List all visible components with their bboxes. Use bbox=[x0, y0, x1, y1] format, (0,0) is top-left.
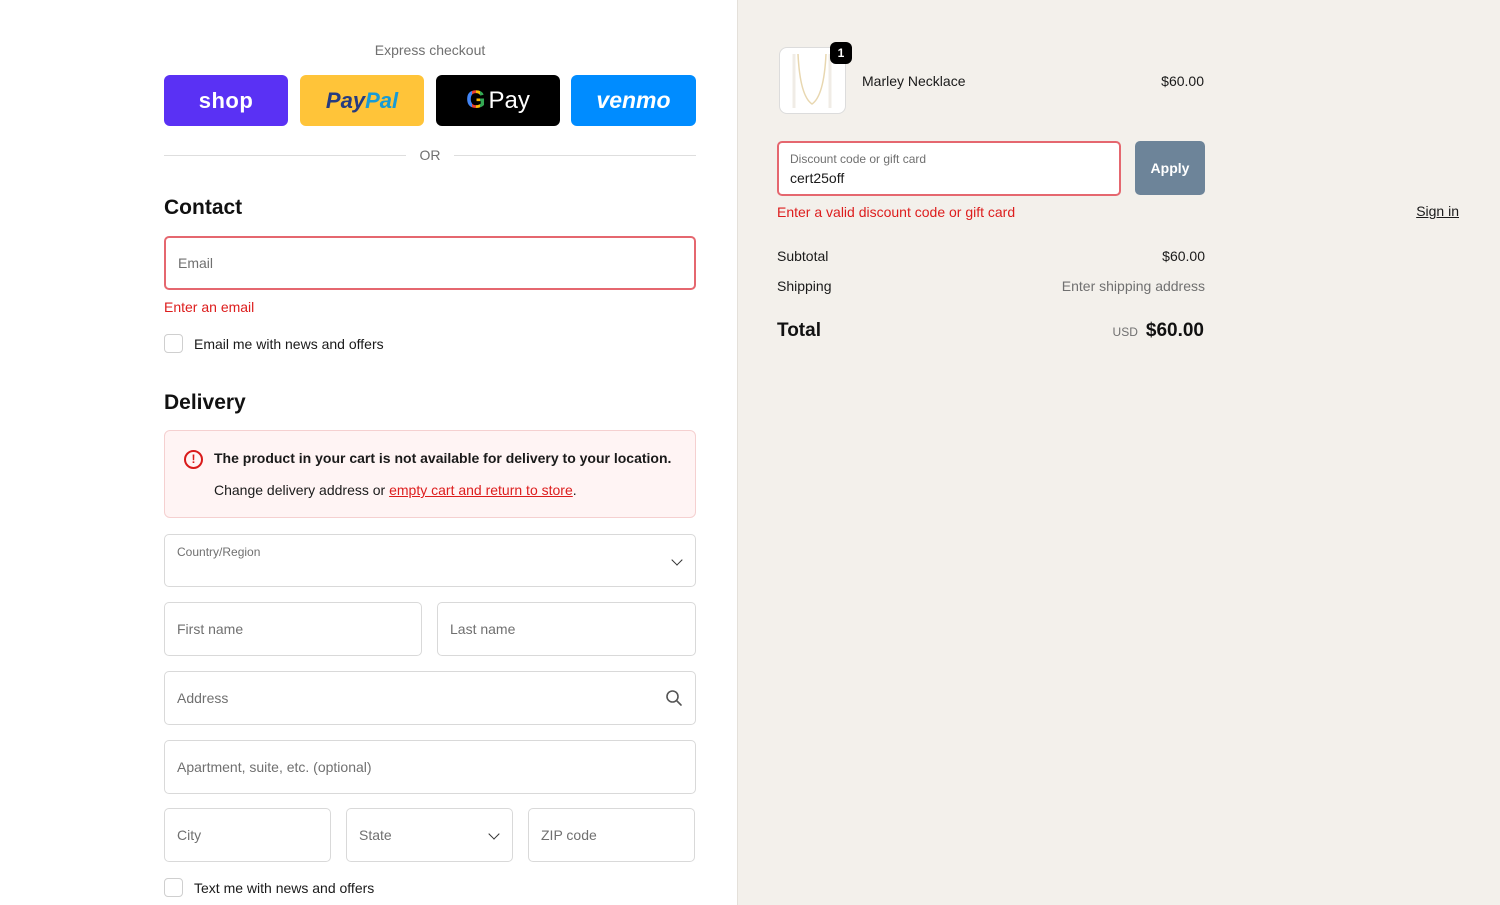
first-name-placeholder: First name bbox=[177, 621, 244, 637]
apply-discount-button[interactable]: Apply bbox=[1135, 141, 1205, 195]
shipping-value: Enter shipping address bbox=[1061, 278, 1205, 294]
subtotal-value: $60.00 bbox=[1162, 248, 1205, 264]
address-field[interactable]: Address bbox=[164, 671, 696, 725]
discount-error-text: Enter a valid discount code or gift card bbox=[777, 204, 1016, 220]
delivery-error-alert: ! The product in your cart is not availa… bbox=[164, 430, 696, 518]
discount-code-field[interactable]: Discount code or gift card cert25off bbox=[777, 141, 1121, 196]
email-placeholder: Email bbox=[178, 255, 214, 271]
city-field[interactable]: City bbox=[164, 808, 331, 862]
contact-heading: Contact bbox=[164, 196, 243, 219]
alert-title: The product in your cart is not availabl… bbox=[214, 450, 672, 466]
state-placeholder: State bbox=[359, 827, 392, 843]
email-news-label: Email me with news and offers bbox=[194, 335, 384, 352]
email-news-checkbox[interactable] bbox=[164, 334, 183, 353]
apartment-placeholder: Apartment, suite, etc. (optional) bbox=[177, 759, 372, 775]
sign-in-link[interactable]: Sign in bbox=[1416, 203, 1459, 219]
paypal-label-pay: Pay bbox=[325, 87, 366, 113]
order-summary-panel bbox=[737, 0, 1500, 905]
venmo-button[interactable]: venmo bbox=[571, 75, 696, 126]
product-price: $60.00 bbox=[1161, 73, 1204, 89]
discount-code-value: cert25off bbox=[790, 170, 845, 186]
last-name-field[interactable]: Last name bbox=[437, 602, 696, 656]
divider-line-left bbox=[164, 155, 406, 156]
or-divider: OR bbox=[164, 146, 696, 166]
google-pay-label: Pay bbox=[488, 86, 530, 114]
discount-code-label: Discount code or gift card bbox=[790, 152, 927, 166]
total-value: $60.00 bbox=[1145, 320, 1204, 341]
shipping-row: Shipping Enter shipping address bbox=[777, 278, 1205, 294]
express-checkout-title: Express checkout bbox=[374, 42, 486, 58]
last-name-placeholder: Last name bbox=[450, 621, 516, 637]
chevron-down-icon bbox=[671, 554, 683, 566]
chevron-down-icon bbox=[488, 828, 500, 840]
paypal-label-pal: Pal bbox=[365, 87, 399, 113]
email-field[interactable]: Email bbox=[164, 236, 696, 290]
country-region-select[interactable]: Country/Region bbox=[164, 534, 696, 587]
first-name-field[interactable]: First name bbox=[164, 602, 422, 656]
delivery-heading: Delivery bbox=[164, 391, 246, 414]
google-pay-button[interactable]: G Pay bbox=[436, 75, 560, 126]
alert-body-suffix: . bbox=[572, 482, 577, 498]
quantity-badge: 1 bbox=[830, 42, 852, 64]
shipping-label: Shipping bbox=[777, 278, 832, 294]
apartment-field[interactable]: Apartment, suite, etc. (optional) bbox=[164, 740, 696, 794]
alert-circle-icon: ! bbox=[184, 450, 203, 469]
divider-line-right bbox=[454, 155, 696, 156]
total-label: Total bbox=[777, 320, 821, 341]
subtotal-label: Subtotal bbox=[777, 248, 829, 264]
alert-body-prefix: Change delivery address or bbox=[214, 482, 390, 498]
venmo-label: venmo bbox=[596, 87, 671, 113]
search-icon[interactable] bbox=[665, 689, 683, 707]
alert-body: Change delivery address or empty cart an… bbox=[214, 482, 577, 498]
city-placeholder: City bbox=[177, 827, 202, 843]
subtotal-row: Subtotal $60.00 bbox=[777, 248, 1205, 264]
country-region-label: Country/Region bbox=[177, 545, 261, 559]
text-news-checkbox[interactable] bbox=[164, 878, 183, 897]
product-name: Marley Necklace bbox=[862, 73, 966, 89]
email-news-option: Email me with news and offers bbox=[164, 334, 384, 353]
google-g-icon: G bbox=[466, 86, 486, 114]
paypal-button[interactable]: Pay Pal bbox=[300, 75, 424, 126]
text-news-label: Text me with news and offers bbox=[194, 879, 375, 896]
address-placeholder: Address bbox=[177, 690, 229, 706]
empty-cart-link[interactable]: empty cart and return to store bbox=[389, 482, 573, 498]
total-amount: USD $60.00 bbox=[1113, 320, 1204, 342]
email-error-text: Enter an email bbox=[164, 299, 255, 315]
currency-code: USD bbox=[1112, 325, 1138, 339]
express-payment-buttons: shop Pay Pal G Pay venmo bbox=[164, 75, 696, 126]
text-news-option: Text me with news and offers bbox=[164, 878, 374, 897]
shop-pay-label: shop bbox=[198, 87, 254, 113]
state-select[interactable]: State bbox=[346, 808, 513, 862]
zip-code-field[interactable]: ZIP code bbox=[528, 808, 695, 862]
zip-code-placeholder: ZIP code bbox=[541, 827, 597, 843]
or-text: OR bbox=[419, 147, 441, 163]
shop-pay-button[interactable]: shop bbox=[164, 75, 288, 126]
